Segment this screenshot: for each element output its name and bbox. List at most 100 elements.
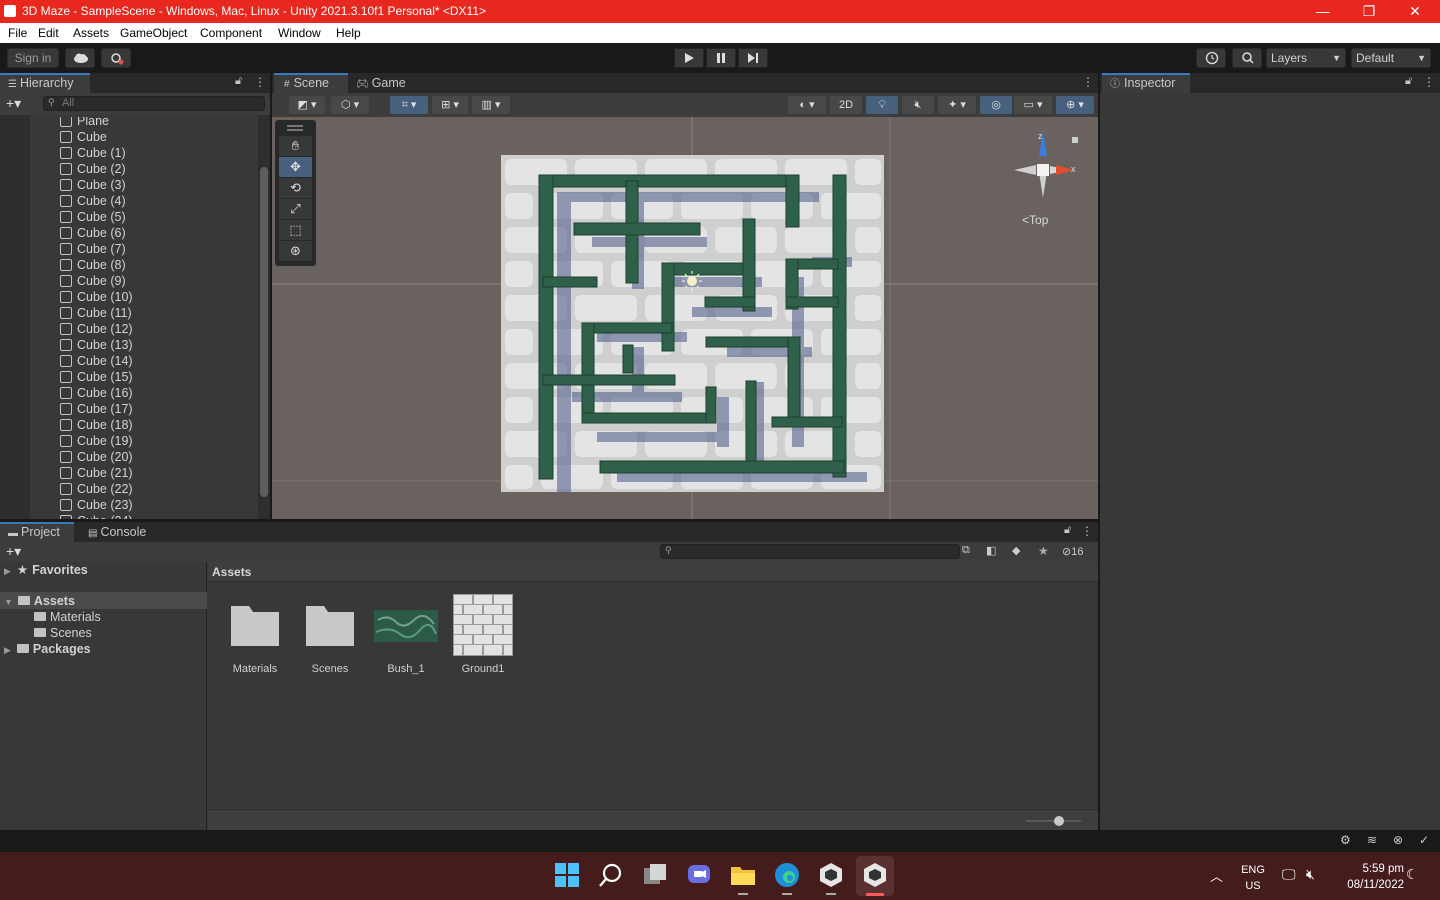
close-button[interactable]: ✕ <box>1392 0 1438 23</box>
search-window-icon[interactable]: ⧉ <box>962 544 970 557</box>
filter-type-icon[interactable]: ◧ <box>986 544 996 557</box>
asset-materials[interactable]: Materials <box>223 594 287 675</box>
star-icon[interactable]: ★ <box>1038 544 1049 558</box>
kebab-menu-icon[interactable]: ⋮ <box>254 75 266 89</box>
hierarchy-item[interactable]: Cube (9) <box>60 273 126 289</box>
search-button[interactable] <box>1232 48 1262 68</box>
network-icon[interactable]: 🖵︎ <box>1282 866 1296 883</box>
zoom-slider-thumb[interactable] <box>1054 816 1064 826</box>
menu-assets[interactable]: Assets <box>73 26 109 40</box>
hierarchy-item[interactable]: Cube (12) <box>60 321 133 337</box>
hierarchy-item[interactable]: Cube (3) <box>60 177 126 193</box>
chevron-up-icon[interactable]: ︿ <box>1210 866 1223 885</box>
lock-icon[interactable]: 🔓︎ <box>1405 75 1412 88</box>
grid-toggle[interactable]: ⊞ ▾ <box>432 96 468 114</box>
orientation-gizmo[interactable]: z x <box>1008 128 1092 200</box>
hierarchy-item[interactable]: Cube (19) <box>60 433 133 449</box>
rotate-tool-button[interactable]: ⟲ <box>279 178 312 198</box>
cloud-button[interactable] <box>65 48 95 68</box>
tree-favorites[interactable]: ▶ ★ Favorites <box>4 562 88 578</box>
tab-console[interactable]: ▤ Console <box>88 522 168 542</box>
lighting-toggle[interactable]: 💡︎ <box>866 96 898 114</box>
effects-dropdown[interactable]: ✦ ▾ <box>938 96 976 114</box>
collab-button[interactable] <box>101 48 131 68</box>
hierarchy-item[interactable]: Cube (7) <box>60 241 126 257</box>
chat-icon[interactable] <box>686 862 712 888</box>
tab-project[interactable]: ▬ Project <box>0 522 74 542</box>
hierarchy-item[interactable]: Cube (10) <box>60 289 133 305</box>
move-tool-button[interactable]: ✥ <box>279 157 312 177</box>
tree-packages[interactable]: ▶ Packages <box>4 641 91 657</box>
tree-assets[interactable]: ▼ Assets <box>4 593 75 609</box>
minimize-button[interactable]: — <box>1300 0 1346 23</box>
breadcrumb[interactable]: Assets <box>212 565 251 579</box>
shading-dropdown[interactable]: ⬡ ▾ <box>331 96 369 114</box>
layout-dropdown[interactable]: Default ▼ <box>1351 48 1431 68</box>
asset-ground1[interactable]: Ground1 <box>451 594 515 675</box>
draw-mode-dropdown[interactable]: ◩ ▾ <box>289 96 325 114</box>
lighting-bake-icon[interactable]: ⊗ <box>1393 833 1403 847</box>
hierarchy-item[interactable]: Cube (14) <box>60 353 133 369</box>
gizmos-dropdown[interactable]: ⊕ ▾ <box>1056 96 1094 114</box>
cache-icon[interactable]: ≋ <box>1367 833 1377 847</box>
kebab-menu-icon[interactable]: ⋮ <box>1081 524 1093 538</box>
task-view-icon[interactable] <box>642 862 668 888</box>
filter-label-icon[interactable]: ◆ <box>1012 544 1020 557</box>
tab-game[interactable]: 🎮︎ Game <box>356 73 426 93</box>
menu-edit[interactable]: Edit <box>38 26 59 40</box>
hierarchy-search-input[interactable]: ⚲ All <box>43 96 265 111</box>
hierarchy-item[interactable]: Cube (6) <box>60 225 126 241</box>
hierarchy-item[interactable]: Cube (8) <box>60 257 126 273</box>
hierarchy-item[interactable]: Cube (11) <box>60 305 132 321</box>
hierarchy-item[interactable]: Cube (5) <box>60 209 126 225</box>
pause-button[interactable] <box>706 48 736 68</box>
search-icon[interactable] <box>598 862 624 888</box>
hierarchy-item[interactable]: Cube (24) <box>60 513 133 519</box>
maximize-button[interactable]: ❐ <box>1346 0 1392 23</box>
add-icon[interactable]: +▾ <box>6 95 21 112</box>
add-icon[interactable]: +▾ <box>6 543 21 560</box>
hierarchy-item[interactable]: Cube (1) <box>60 145 126 161</box>
project-search-input[interactable]: ⚲ <box>660 544 960 559</box>
check-icon[interactable]: ✓ <box>1419 833 1429 847</box>
transform-tool-button[interactable]: ⊛ <box>279 241 312 261</box>
audio-toggle[interactable]: 🔇︎ <box>902 96 934 114</box>
hierarchy-item[interactable]: Cube (20) <box>60 449 133 465</box>
unity-editor-icon[interactable] <box>862 862 888 888</box>
clock[interactable]: 5:59 pm 08/11/2022 <box>1334 861 1404 893</box>
camera-dropdown[interactable]: ▭ ▾ <box>1014 96 1052 114</box>
menu-file[interactable]: File <box>8 26 27 40</box>
hierarchy-item[interactable]: Cube (13) <box>60 337 133 353</box>
menu-gameobject[interactable]: GameObject <box>120 26 187 40</box>
volume-muted-icon[interactable]: 🔇︎ <box>1306 866 1315 883</box>
hierarchy-item[interactable]: Cube (2) <box>60 161 126 177</box>
asset-scenes[interactable]: Scenes <box>298 594 362 675</box>
menu-window[interactable]: Window <box>278 26 321 40</box>
sun-light-icon[interactable] <box>682 271 702 291</box>
hierarchy-item[interactable]: Cube (18) <box>60 417 133 433</box>
history-button[interactable] <box>1196 48 1226 68</box>
unity-hub-icon[interactable] <box>818 862 844 888</box>
file-explorer-icon[interactable] <box>730 862 756 888</box>
hidden-packages-toggle[interactable]: ⊘16 <box>1062 545 1083 558</box>
play-button[interactable] <box>674 48 704 68</box>
tab-scene[interactable]: # Scene <box>274 73 348 93</box>
hierarchy-item[interactable]: Cube (21) <box>60 465 133 481</box>
layers-dropdown[interactable]: Layers ▼ <box>1266 48 1346 68</box>
lock-icon[interactable]: 🔓︎ <box>1064 524 1071 537</box>
scale-tool-button[interactable]: ⤢ <box>279 199 312 219</box>
tab-inspector[interactable]: ⓘ Inspector <box>1102 73 1190 93</box>
kebab-menu-icon[interactable]: ⋮ <box>1082 75 1094 89</box>
hierarchy-item[interactable]: Cube <box>60 129 107 145</box>
scene-viewport[interactable] <box>272 117 1098 519</box>
hierarchy-scrollbar[interactable] <box>258 115 270 519</box>
edge-browser-icon[interactable] <box>774 862 800 888</box>
increment-snap-toggle[interactable]: ▥ ▾ <box>472 96 510 114</box>
grid-snap-toggle[interactable]: ⌗ ▾ <box>390 96 428 114</box>
hidden-objects-toggle[interactable]: ◎ <box>980 96 1012 114</box>
hierarchy-item[interactable]: Cube (23) <box>60 497 133 513</box>
asset-bush-1[interactable]: Bush_1 <box>374 594 438 675</box>
hierarchy-item[interactable]: Cube (22) <box>60 481 133 497</box>
tree-scenes[interactable]: Scenes <box>34 625 92 641</box>
hierarchy-item[interactable]: Plane <box>60 117 109 129</box>
